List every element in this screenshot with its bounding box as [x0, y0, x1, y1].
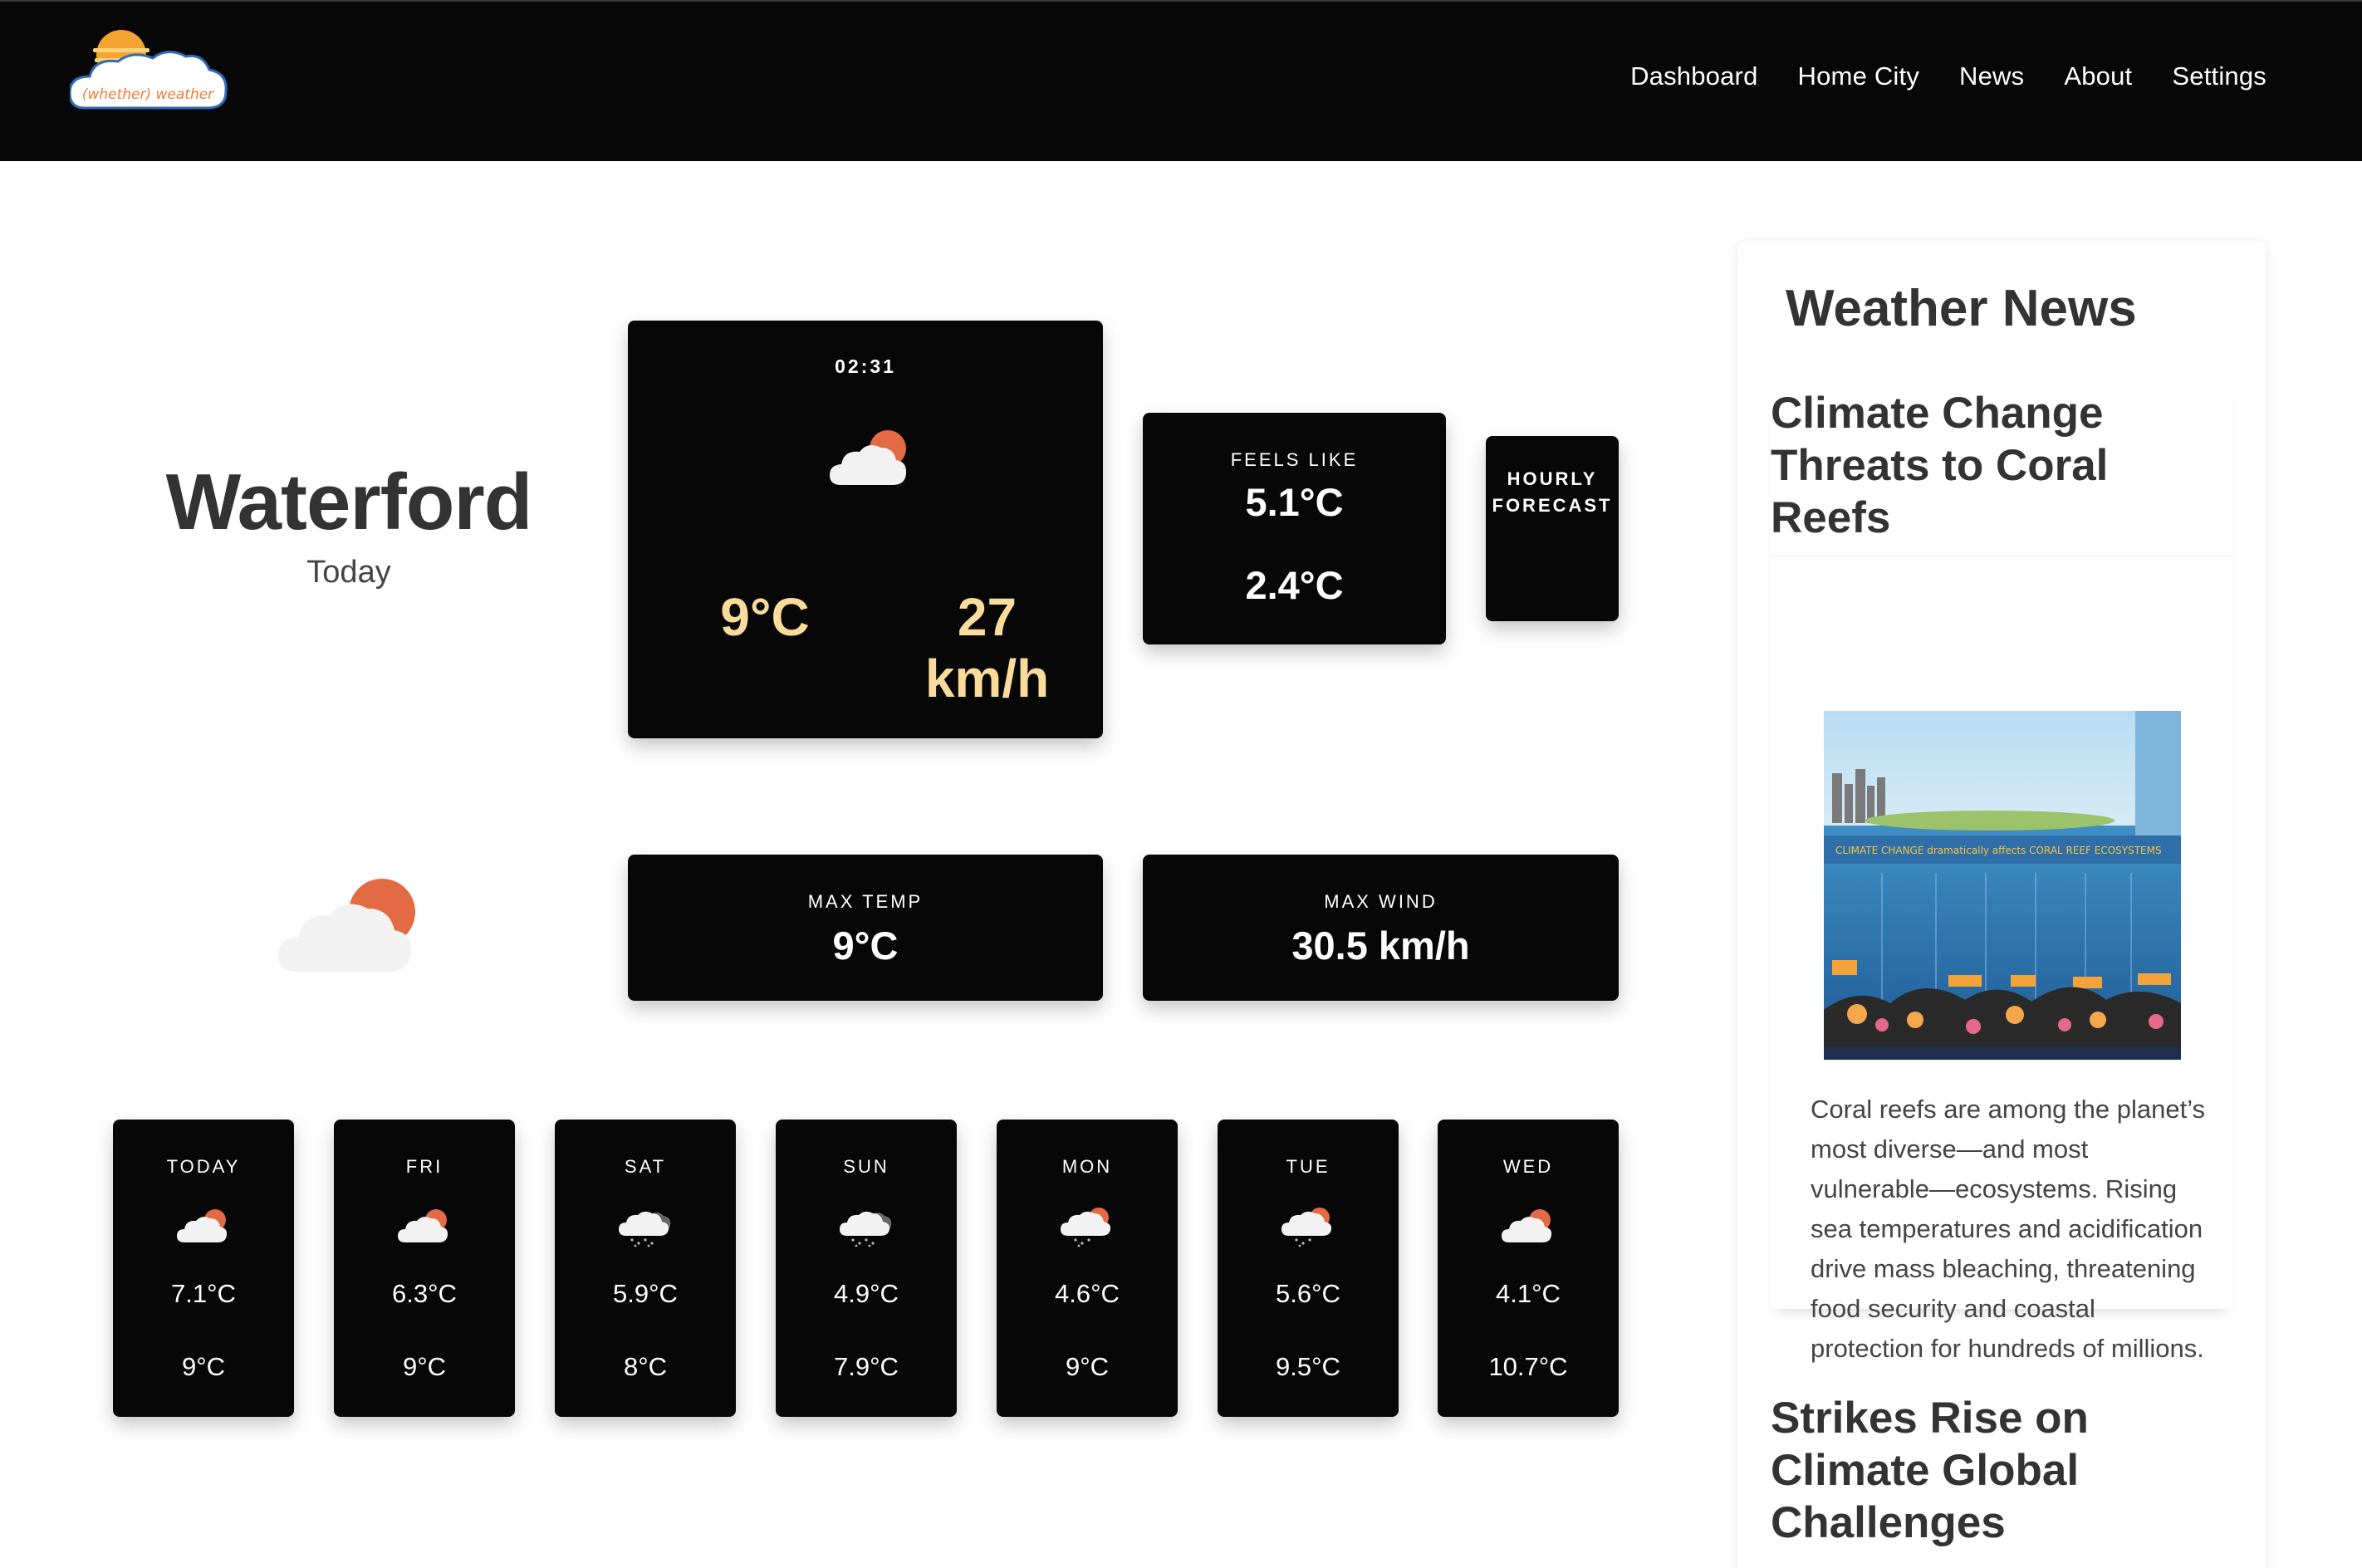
news-title: Weather News [1786, 280, 2137, 337]
forecast-low-temp: 6.3°C [392, 1279, 457, 1308]
forecast-high-temp: 9.5°C [1276, 1352, 1340, 1381]
city-name: Waterford [165, 458, 533, 546]
navbar: (whether) weather Dashboard Home City Ne… [0, 0, 2362, 161]
forecast-low-temp: 5.9°C [613, 1279, 678, 1308]
partly-cloudy-icon [830, 427, 913, 490]
weather-dashboard: (whether) weather Dashboard Home City Ne… [0, 0, 2362, 1568]
forecast-day-card[interactable]: TODAY 7.1°C 9°C [113, 1120, 294, 1417]
feels-like-secondary-value: 2.4°C [1245, 563, 1344, 607]
nav-home-city-link[interactable]: Home City [1798, 61, 1920, 91]
forecast-day-name: MON [1061, 1156, 1113, 1177]
partly-cloudy-icon [1502, 1206, 1555, 1247]
max-wind-value: 30.5 km/h [1291, 924, 1470, 968]
feels-like-card: FEELS LIKE 5.1°C 2.4°C [1143, 413, 1446, 644]
forecast-day-name: FRI [405, 1156, 443, 1177]
logo[interactable]: (whether) weather [68, 25, 228, 120]
max-temp-value: 9°C [832, 924, 899, 968]
city-day: Today [306, 554, 391, 590]
forecast-high-temp: 9°C [402, 1352, 447, 1381]
forecast-high-temp: 10.7°C [1488, 1352, 1568, 1381]
forecast-day-name: TUE [1286, 1156, 1330, 1177]
news-article[interactable]: Climate Change Threats to Coral Reefs CL… [1771, 387, 2232, 1363]
current-wind: 27 km/h [924, 587, 1050, 709]
nav-links: Dashboard Home City News About Settings [1630, 61, 2266, 91]
feels-like-label: FEELS LIKE [1230, 449, 1359, 470]
article-image: CLIMATE CHANGE dramatically affects CORA… [1824, 711, 2181, 1060]
article-headline[interactable]: Climate Change Threats to Coral Reefs [1771, 387, 2232, 557]
hourly-forecast-label: HOURLY FORECAST [1492, 468, 1613, 516]
forecast-low-temp: 5.6°C [1276, 1279, 1340, 1308]
news-panel: Weather News Climate Change Threats to C… [1737, 241, 2266, 1568]
forecast-day-name: SUN [843, 1156, 889, 1177]
forecast-day-name: TODAY [166, 1156, 241, 1177]
rain-cloud-icon [619, 1206, 672, 1247]
forecast-day-card[interactable]: MON 4.6°C 9°C [997, 1120, 1178, 1417]
logo-cloud-sun-icon: (whether) weather [68, 30, 228, 110]
rain-cloud-icon [840, 1206, 893, 1247]
forecast-high-temp: 8°C [623, 1352, 668, 1381]
nav-news-link[interactable]: News [1959, 61, 2024, 91]
article-image-caption: CLIMATE CHANGE dramatically affects CORA… [1835, 845, 2162, 856]
current-temp: 9°C [720, 587, 810, 647]
partly-cloudy-drizzle-icon [1281, 1206, 1335, 1247]
forecast-high-temp: 9°C [1065, 1352, 1110, 1381]
article-body: Coral reefs are among the planet’s most … [1811, 1095, 2206, 1363]
max-wind-card: MAX WIND 30.5 km/h [1143, 855, 1619, 1001]
max-wind-label: MAX WIND [1324, 891, 1438, 912]
nav-settings-link[interactable]: Settings [2172, 61, 2266, 91]
forecast-day-card[interactable]: TUE 5.6°C 9.5°C [1218, 1120, 1399, 1417]
article-headline[interactable]: Strikes Rise on Climate Global Challenge… [1771, 1392, 2232, 1561]
forecast-high-temp: 9°C [181, 1352, 226, 1381]
max-temp-label: MAX TEMP [807, 891, 924, 912]
max-temp-card: MAX TEMP 9°C [628, 855, 1103, 1001]
forecast-low-temp: 4.9°C [834, 1279, 899, 1308]
forecast-day-card[interactable]: FRI 6.3°C 9°C [334, 1120, 515, 1417]
forecast-high-temp: 7.9°C [834, 1352, 899, 1381]
forecast-day-card[interactable]: WED 4.1°C 10.7°C [1438, 1120, 1619, 1417]
nav-about-link[interactable]: About [2064, 61, 2132, 91]
forecast-day-card[interactable]: SUN 4.9°C 7.9°C [776, 1120, 957, 1417]
forecast-day-name: SAT [624, 1156, 667, 1177]
nav-dashboard-link[interactable]: Dashboard [1630, 61, 1757, 91]
partly-cloudy-drizzle-icon [1061, 1206, 1114, 1247]
partly-cloudy-icon [398, 1206, 451, 1247]
partly-cloudy-icon [177, 1206, 230, 1247]
city-header: Waterford Today [116, 458, 581, 590]
hourly-forecast-button[interactable]: HOURLY FORECAST [1486, 436, 1619, 621]
current-weather-card: 02:31 9°C 27 km/h [628, 321, 1103, 738]
feels-like-value: 5.1°C [1245, 480, 1344, 524]
news-article[interactable]: Strikes Rise on Climate Global Challenge… [1771, 1392, 2232, 1561]
current-time: 02:31 [835, 355, 896, 377]
forecast-day-name: WED [1502, 1156, 1554, 1177]
logo-text: (whether) weather [82, 86, 214, 103]
forecast-day-card[interactable]: SAT 5.9°C 8°C [555, 1120, 736, 1417]
forecast-low-temp: 4.6°C [1055, 1279, 1120, 1308]
partly-cloudy-icon [278, 872, 428, 980]
daily-forecast: TODAY 7.1°C 9°C FRI 6.3°C 9°C SAT 5.9°C … [113, 1120, 1619, 1417]
forecast-low-temp: 7.1°C [171, 1279, 236, 1308]
forecast-low-temp: 4.1°C [1496, 1279, 1561, 1308]
